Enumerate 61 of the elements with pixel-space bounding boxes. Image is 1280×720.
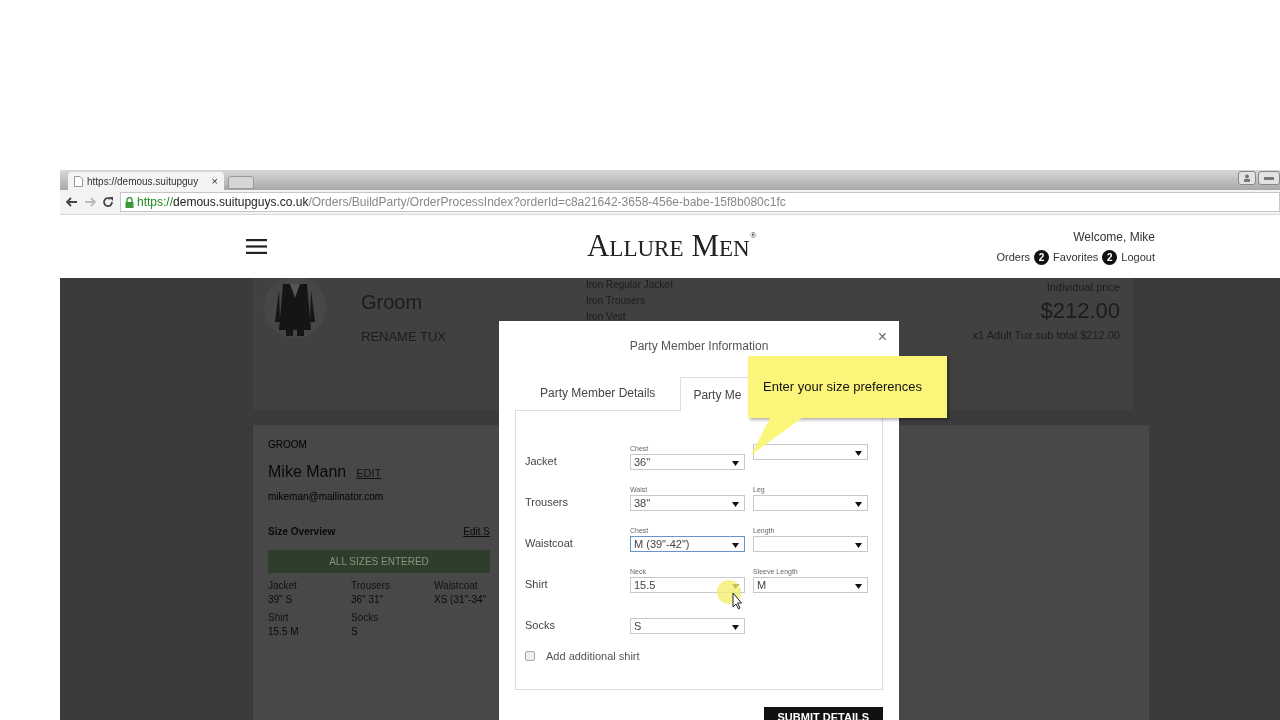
lock-icon (125, 196, 134, 208)
nav-link[interactable]: Orders (996, 248, 1031, 266)
caret-icon (732, 543, 739, 548)
size-select[interactable]: M (39"-42") (630, 536, 745, 552)
count-badge: 2 (1034, 249, 1050, 265)
page-icon (74, 175, 83, 187)
size-select[interactable] (753, 444, 868, 460)
nav-link[interactable]: Logout (1121, 248, 1155, 266)
role-label: GROOM (268, 438, 308, 452)
tab-title: https://demous.suitupguy (87, 174, 199, 189)
menu-icon[interactable] (246, 239, 267, 254)
size-value: XS (31"-34" (434, 593, 488, 607)
row-label: Waistcoat (525, 535, 574, 551)
user-button[interactable] (1238, 171, 1256, 185)
size-value: 36" 31" (351, 593, 385, 607)
welcome-text: Welcome, Mike (1073, 228, 1155, 246)
row-label: Trousers (525, 494, 569, 510)
caret-icon (855, 502, 862, 507)
caret-icon (855, 451, 862, 456)
status-bar: ALL SIZES ENTERED (268, 550, 490, 573)
caret-icon (732, 461, 739, 466)
logo[interactable]: ALLURE MEN ® (586, 223, 757, 270)
address-field[interactable]: https://demous.suitupguys.co.uk/Orders/BuildParty/OrderProcessIndex?orderId=c8a21642-3658-456e-babe-15f8b080c1fc (120, 192, 1280, 212)
minimize-icon (1264, 176, 1274, 180)
size-value: 39" S (268, 593, 294, 607)
caret-icon (855, 584, 862, 589)
browser-tab[interactable]: https://demous.suitupguy × (68, 172, 224, 190)
size-overview-title: Size Overview (268, 525, 336, 539)
caret-icon (732, 502, 739, 507)
close-button[interactable]: × (877, 329, 887, 345)
new-tab-button[interactable] (228, 176, 254, 189)
forward-icon[interactable] (84, 197, 96, 207)
cursor-icon (717, 580, 745, 610)
person-icon (1243, 174, 1251, 182)
url-text: https://demous.suitupguys.co.uk/Orders/BuildParty/OrderProcessIndex?orderId=c8a21642-3658-456e-babe-15f8b080c1fc (137, 194, 786, 211)
reload-icon[interactable] (102, 196, 114, 208)
back-icon[interactable] (66, 197, 78, 207)
row-label: Jacket (525, 453, 558, 469)
size-value: S (351, 625, 359, 639)
member-name: Mike Mann (268, 462, 347, 482)
modal-title: Party Member Information (629, 338, 769, 355)
size-select[interactable] (753, 536, 868, 552)
nav-link[interactable]: Favorites (1053, 248, 1099, 266)
caret-icon (855, 543, 862, 548)
row-label: Socks (525, 617, 556, 633)
size-label: Waistcoat (434, 579, 479, 593)
count-badge: 2 (1102, 249, 1118, 265)
size-select[interactable] (753, 495, 868, 511)
size-select[interactable]: 38" (630, 495, 745, 511)
tab-close[interactable]: × (211, 172, 218, 190)
checkbox[interactable] (525, 651, 535, 662)
checkbox-label: Add additional shirt (546, 649, 640, 664)
row-label: Shirt (525, 576, 549, 592)
member-email: mikeman@mailinator.com (268, 490, 385, 504)
size-value: 15.5 M (268, 625, 300, 639)
minimize-button[interactable] (1258, 171, 1280, 185)
size-select[interactable]: M (753, 577, 868, 593)
tab[interactable]: Party Member Details (515, 376, 681, 410)
size-select[interactable]: S (630, 618, 745, 634)
size-select[interactable]: 36" (630, 454, 745, 470)
caret-icon (732, 625, 739, 630)
